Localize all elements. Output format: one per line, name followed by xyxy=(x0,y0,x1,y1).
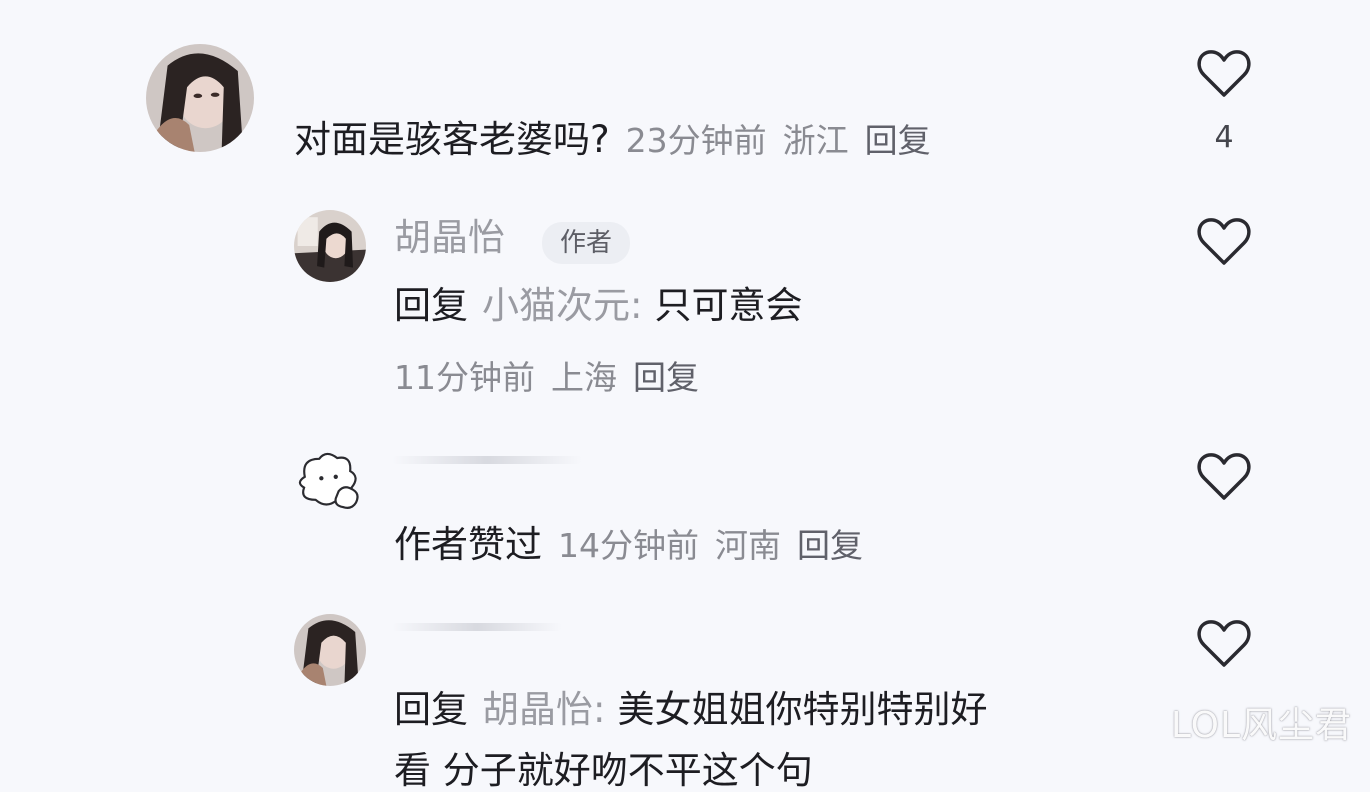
avatar-photo xyxy=(146,44,254,152)
comment-meta: 11分钟前 上海 回复 xyxy=(394,361,699,394)
like-button[interactable] xyxy=(1196,48,1252,100)
reply-button[interactable]: 回复 xyxy=(633,358,699,397)
comment-time: 11分钟前 xyxy=(394,358,535,397)
mention-link[interactable]: 小猫次元: xyxy=(482,284,642,327)
comment-body: 美女姐姐你特别特别好 xyxy=(617,688,988,731)
avatar-illustration xyxy=(294,448,366,520)
like-count: 4 xyxy=(1214,120,1234,155)
comment-text-line2: 看 分子就好吻不平这个句 xyxy=(394,752,813,789)
author-badge: 作者 xyxy=(542,222,631,264)
avatar[interactable] xyxy=(294,448,366,520)
comment-time: 14分钟前 xyxy=(558,526,699,565)
avatar[interactable] xyxy=(146,44,254,152)
username[interactable]: 胡晶怡 xyxy=(394,219,505,256)
avatar[interactable] xyxy=(294,210,366,282)
avatar-photo xyxy=(294,614,366,686)
avatar[interactable] xyxy=(294,614,366,686)
comment-body: 对面是骇客老婆吗? xyxy=(294,118,610,161)
comment-time: 23分钟前 xyxy=(625,121,767,160)
comment-text: 对面是骇客老婆吗? 23分钟前 浙江 回复 xyxy=(294,121,931,158)
comment-region: 上海 xyxy=(551,358,617,397)
like-button[interactable] xyxy=(1196,618,1252,670)
reply-button[interactable]: 回复 xyxy=(865,121,931,160)
reply-prefix: 回复 xyxy=(394,284,468,327)
username-blurred xyxy=(392,623,562,631)
comment-body-continued: 看 分子就好吻不平这个句 xyxy=(394,749,813,792)
heart-icon xyxy=(1197,453,1251,500)
avatar-photo xyxy=(294,210,366,282)
comment-text: 回复 胡晶怡: 美女姐姐你特别特别好 xyxy=(394,691,987,728)
comment-body: 只可意会 xyxy=(654,284,803,327)
comment-text: 作者赞过 14分钟前 河南 回复 xyxy=(394,526,863,563)
comment-region: 河南 xyxy=(715,526,781,565)
username-blurred xyxy=(392,456,582,464)
comment-text: 回复 小猫次元: 只可意会 xyxy=(394,287,802,324)
heart-icon xyxy=(1197,620,1251,667)
comment-body: 作者赞过 xyxy=(394,523,542,566)
watermark: LOL风尘君 xyxy=(1170,705,1352,746)
like-button[interactable] xyxy=(1196,451,1252,503)
reply-button[interactable]: 回复 xyxy=(797,526,863,565)
like-button[interactable] xyxy=(1196,216,1252,268)
mention-link[interactable]: 胡晶怡: xyxy=(482,688,605,731)
reply-prefix: 回复 xyxy=(394,688,468,731)
heart-icon xyxy=(1197,218,1251,265)
heart-icon xyxy=(1197,50,1251,97)
comment-region: 浙江 xyxy=(782,121,849,160)
